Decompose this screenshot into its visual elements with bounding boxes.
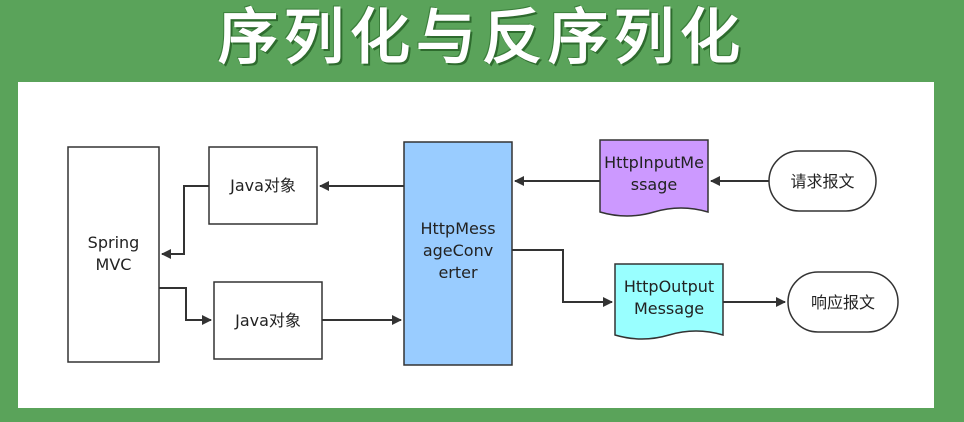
input-message-label-line1: HttpInputMe [604, 153, 704, 172]
converter-label-line1: HttpMess [420, 219, 495, 238]
edge-spring-to-java-bottom [159, 287, 212, 325]
output-message-node: HttpOutput Message [614, 263, 724, 340]
converter-label-line3: erter [438, 263, 478, 282]
response-message-node: 响应报文 [787, 271, 899, 333]
java-object-bottom-node: Java对象 [213, 281, 323, 360]
response-message-label: 响应报文 [811, 293, 875, 312]
input-message-node: HttpInputMe ssage [599, 139, 709, 217]
spring-mvc-label-line2: MVC [96, 255, 132, 274]
request-message-node: 请求报文 [768, 150, 877, 212]
page-title: 序列化与反序列化 [218, 3, 746, 73]
output-message-label-line1: HttpOutput [624, 277, 714, 296]
diagram-canvas: Spring MVC Java对象 Java对象 HttpMess ageCon… [18, 82, 934, 408]
output-message-label-line2: Message [634, 299, 704, 318]
converter-node: HttpMess ageConv erter [403, 141, 513, 366]
java-object-bottom-label: Java对象 [234, 311, 301, 330]
request-message-label: 请求报文 [790, 172, 854, 191]
spring-mvc-label-line1: Spring [88, 233, 140, 252]
converter-label-line2: ageConv [423, 241, 493, 260]
spring-mvc-node: Spring MVC [67, 146, 160, 363]
java-object-top-label: Java对象 [229, 176, 296, 195]
edge-converter-to-output [512, 249, 613, 307]
diagram-svg: Spring MVC Java对象 Java对象 HttpMess ageCon… [67, 139, 899, 366]
input-message-label-line2: ssage [631, 175, 677, 194]
edge-java-top-to-spring [161, 185, 209, 259]
java-object-top-node: Java对象 [208, 146, 318, 225]
